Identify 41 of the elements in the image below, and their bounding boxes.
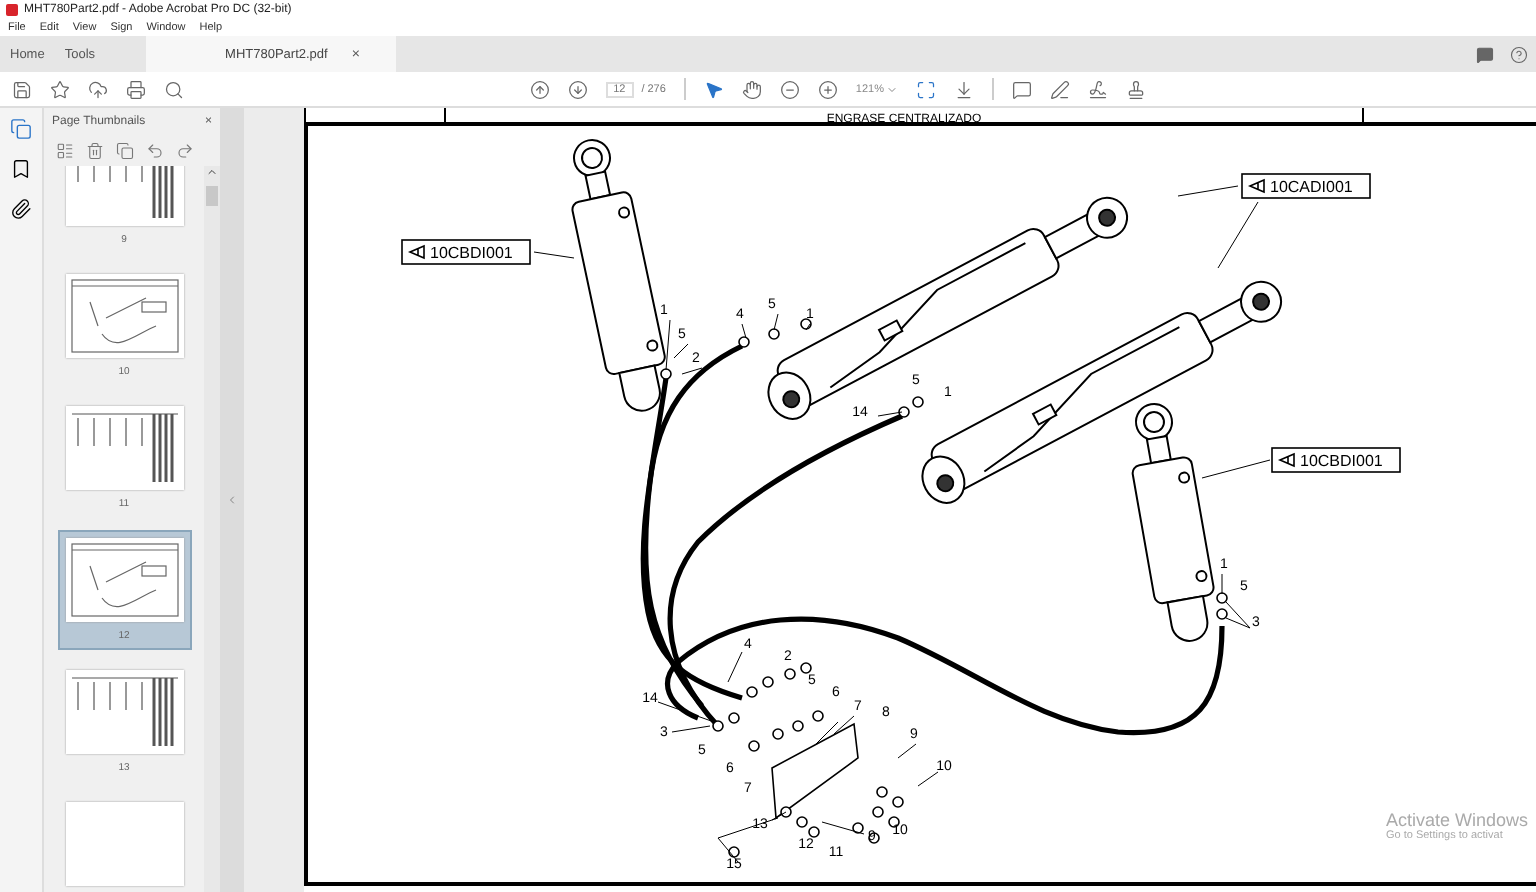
rotate-left-icon[interactable] [146,141,164,159]
part-label-frame [1241,173,1371,199]
caret-icon [886,83,898,95]
zoom-in-icon[interactable] [817,79,838,99]
options-icon[interactable] [56,141,74,159]
fit-page-icon[interactable] [916,79,936,99]
activation-notice-title: Activate Windows [1385,810,1528,830]
pointer-icon[interactable] [703,79,724,99]
part-number: 10CBDI001 [1300,452,1383,470]
comment-icon[interactable] [1476,45,1494,63]
part-number: 10CADI001 [1270,178,1353,196]
paperclip-icon[interactable] [10,198,32,220]
app-icon [6,4,18,16]
rotate-right-icon[interactable] [176,141,194,159]
zoom-out-icon[interactable] [779,79,800,99]
search-icon[interactable] [164,79,184,99]
arrow-up-icon[interactable] [529,79,550,99]
triangle-icon [409,244,425,259]
hand-icon[interactable] [741,79,762,99]
triangle-icon [1249,178,1265,193]
pen-icon[interactable] [1050,79,1070,99]
part-label-frame [1271,447,1401,473]
cloud-upload-icon[interactable] [88,79,108,99]
save-icon[interactable] [12,79,32,99]
triangle-icon [1279,452,1295,467]
star-icon[interactable] [50,79,70,99]
print-icon[interactable] [126,79,146,99]
pages-icon[interactable] [10,118,32,140]
part-label-frame [401,239,531,265]
bookmark-icon[interactable] [10,158,32,180]
help-icon[interactable] [1510,45,1528,63]
scroll-up-icon[interactable] [206,166,218,178]
trash-icon[interactable] [86,141,104,159]
arrow-down-icon[interactable] [567,79,588,99]
insert-icon[interactable] [116,141,134,159]
scroll-mode-icon[interactable] [954,79,974,99]
part-number: 10CBDI001 [430,244,513,262]
comment-icon[interactable] [1012,79,1032,99]
signature-icon[interactable] [1088,79,1108,99]
stamp-icon[interactable] [1126,79,1146,99]
scrollbar-thumb[interactable] [206,186,218,206]
